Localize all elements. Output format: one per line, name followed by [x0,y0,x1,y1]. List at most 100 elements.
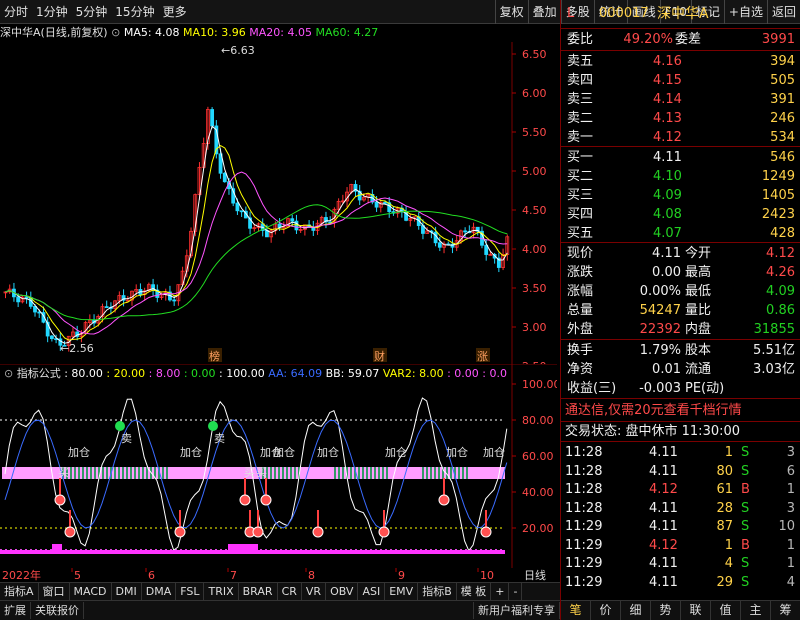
indicator-tab-13[interactable]: 指标B [418,583,457,600]
extension-tab-0[interactable]: 扩展 [0,602,31,619]
quote-tab-6[interactable]: 主 [741,601,771,620]
tick-price: 4.12 [649,482,678,497]
level-volume: 546 [770,150,795,165]
indicator-tab-12[interactable]: EMV [385,583,419,600]
sell-level-row[interactable]: 卖二 4.13 246 [561,109,800,128]
price-label: 3.50 [522,282,547,295]
quote-tab-4[interactable]: 联 [681,601,711,620]
buy-level-row[interactable]: 买一 4.11 546 [561,148,800,167]
tick-row[interactable]: 11:28 4.11 28 S 3 [561,499,800,518]
quote-tab-1[interactable]: 价 [591,601,621,620]
tick-row[interactable]: 11:28 4.11 1 S 3 [561,443,800,462]
buy-level-row[interactable]: 买五 4.07 428 [561,224,800,243]
quote-panel: L 000017 深中华A 委比 49.20% 委差 3991 卖五 4.16 39… [560,0,800,620]
price-label: 6.00 [522,87,547,100]
indicator-tab-9[interactable]: VR [302,583,327,600]
weibi-row: 委比 49.20% 委差 3991 [561,30,800,49]
price-label: 3.00 [522,321,547,334]
indicator-tab-6[interactable]: TRIX [204,583,239,600]
level-volume: 534 [770,130,795,145]
sell-level-row[interactable]: 卖一 4.12 534 [561,128,800,147]
tick-row[interactable]: 11:28 4.12 61 B 1 [561,480,800,499]
sell-level-row[interactable]: 卖三 4.14 391 [561,90,800,109]
period-label[interactable]: 日线 [524,568,546,582]
period-button-4[interactable]: 更多 [159,0,191,24]
event-tag[interactable]: 榜 [208,348,222,363]
indicator-tab-1[interactable]: 窗口 [39,583,70,600]
chevron-down-icon[interactable]: ⊙ [111,26,120,39]
stat-value: 22392 [639,322,681,337]
period-buttons: 分时 1分钟 5分钟 15分钟 更多 [0,0,191,24]
level-volume: 2423 [761,207,795,222]
candlestick-chart[interactable]: 6.506.005.505.004.504.003.503.002.50←6.6… [0,42,557,364]
indicator-tab-4[interactable]: DMA [142,583,177,600]
stat-label: 外盘 [567,322,594,337]
divider [561,28,800,29]
divider [561,441,800,442]
indicator-tab-16[interactable]: - [509,583,523,600]
indicator-tab-2[interactable]: MACD [70,583,112,600]
tick-volume: 1 [724,537,733,553]
tick-row[interactable]: 11:29 4.11 87 S 10 [561,517,800,536]
stat-value: 0.86 [766,303,795,318]
divider [561,242,800,243]
indicator-tab-11[interactable]: ASI [358,583,386,600]
quote-tab-5[interactable]: 值 [711,601,741,620]
event-tag[interactable]: 财 [373,348,387,363]
add-position-label: 加仓 [385,445,407,459]
buy-level-row[interactable]: 买二 4.10 1249 [561,167,800,186]
tick-volume: 28 [716,500,733,516]
tool-button-0[interactable]: 复权 [494,0,528,24]
add-position-label: 加仓 [180,445,202,459]
level-price: 4.09 [653,188,682,203]
level-price: 4.10 [653,169,682,184]
quote-tab-0[interactable]: 笔 [561,601,591,620]
quote-tab-2[interactable]: 细 [621,601,651,620]
tick-volume: 87 [716,519,733,534]
level-price: 4.15 [653,73,682,88]
indicator-tab-14[interactable]: 模 板 [457,583,492,600]
period-button-1[interactable]: 1分钟 [32,0,72,24]
level-label: 买三 [567,188,594,203]
sell-level-row[interactable]: 卖五 4.16 394 [561,52,800,71]
indicator-tab-3[interactable]: DMI [112,583,142,600]
indicator-tab-0[interactable]: 指标A [0,583,39,600]
stat-label: 涨幅 [567,284,594,299]
indicator-tab-7[interactable]: BRAR [239,583,278,600]
period-button-2[interactable]: 5分钟 [72,0,112,24]
promo-text[interactable]: 通达信,仅需20元查看千档行情 [565,401,742,421]
quote-tab-7[interactable]: 筹 [771,601,800,620]
tick-row[interactable]: 11:29 4.11 29 S 4 [561,573,800,592]
tick-row[interactable]: 11:29 4.11 4 S 1 [561,554,800,573]
period-button-0[interactable]: 分时 [0,0,32,24]
tick-price: 4.12 [649,537,678,553]
indicator-tab-5[interactable]: FSL [176,583,205,600]
stat-row: 换手 1.79% 股本 5.51亿 [561,341,800,360]
indicator-tab-15[interactable]: + [491,583,510,600]
event-tag[interactable]: 涨 [476,348,490,363]
indicator-tab-8[interactable]: CR [278,583,302,600]
buy-level-row[interactable]: 买四 4.08 2423 [561,205,800,224]
stat-value: 0.00 [652,265,681,280]
tick-row[interactable]: 11:29 4.12 1 B 1 [561,536,800,555]
extension-tab-1[interactable]: 关联报价 [31,602,84,619]
tick-flag: S [741,500,750,516]
ma5-label: MA5: 4.08 [123,26,180,39]
indicator-bg [0,364,557,568]
promo-banner[interactable]: 通达信,仅需20元查看千档行情 [561,401,800,421]
stat-label: 最低 [685,284,712,299]
level-price: 4.14 [653,92,682,107]
chart-title-line: 深中华A(日线,前复权) ⊙ MA5: 4.08 MA10: 3.96 MA20… [0,24,557,42]
indicator-tab-10[interactable]: OBV [326,583,359,600]
buy-level-row[interactable]: 买三 4.09 1405 [561,186,800,205]
tick-row[interactable]: 11:28 4.11 80 S 6 [561,462,800,481]
indicator-chart[interactable]: ⊙ 指标公式 : 80.00 : 20.00 : 8.00 : 0.00 : 1… [0,364,557,568]
stat-value: 3.03亿 [753,362,795,377]
level-label: 卖四 [567,73,594,88]
buy-label: 买 [58,466,69,479]
quote-tab-3[interactable]: 势 [651,601,681,620]
tool-button-1[interactable]: 叠加 [527,0,561,24]
period-button-3[interactable]: 15分钟 [111,0,158,24]
sell-level-row[interactable]: 卖四 4.15 505 [561,71,800,90]
extension-tab-2[interactable]: 新用户福利专享 [473,602,560,619]
